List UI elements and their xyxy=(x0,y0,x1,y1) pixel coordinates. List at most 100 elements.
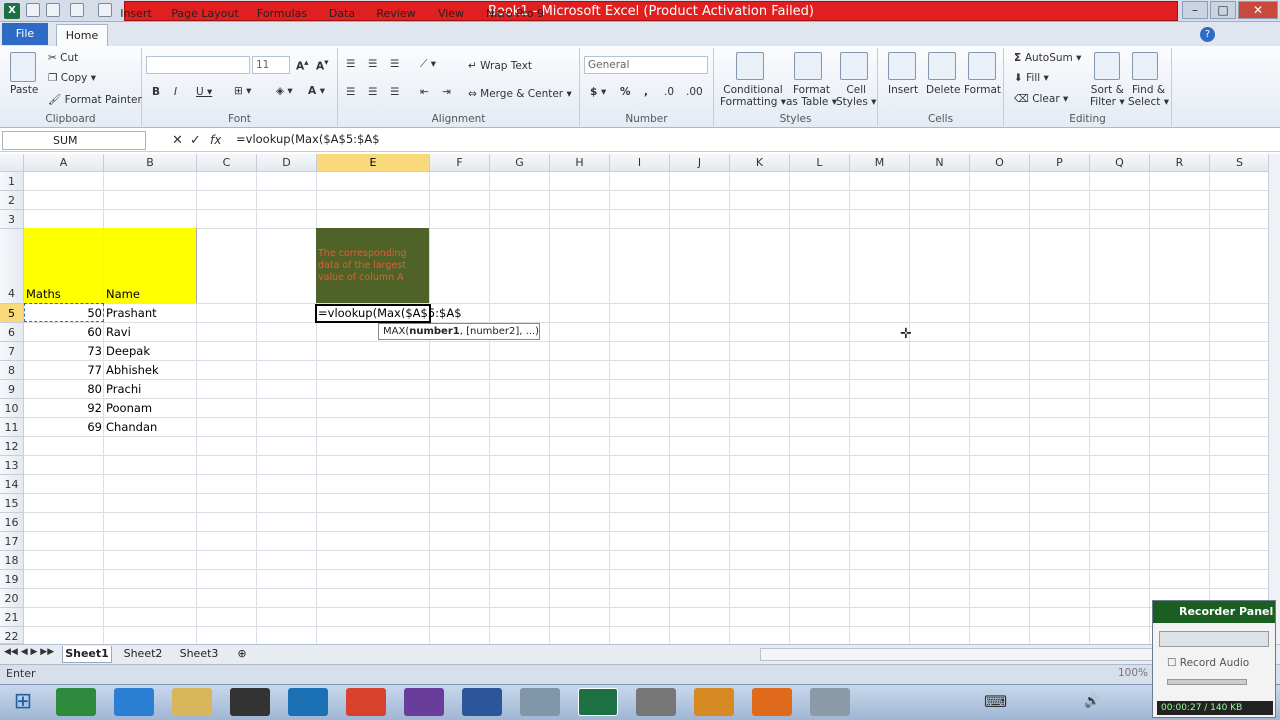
cell-a8[interactable]: 77 xyxy=(24,361,102,379)
underline-button[interactable]: U ▾ xyxy=(196,86,212,98)
orientation-icon[interactable]: ⟋ ▾ xyxy=(420,58,436,71)
sheet-tab-2[interactable]: Sheet2 xyxy=(118,646,168,663)
excel-app-icon[interactable]: X xyxy=(4,3,20,19)
cut-button[interactable]: ✂ Cut xyxy=(48,52,78,64)
row-header-19[interactable]: 19 xyxy=(0,570,24,589)
row-header-12[interactable]: 12 xyxy=(0,437,24,456)
outlook-icon[interactable] xyxy=(694,688,734,716)
sort-filter-button[interactable]: Sort & Filter ▾ xyxy=(1090,84,1125,108)
grow-font-icon[interactable]: A▴ xyxy=(296,58,309,73)
row-header-2[interactable]: 2 xyxy=(0,191,24,210)
insert-cells-icon[interactable] xyxy=(888,52,916,80)
tab-review[interactable]: Review xyxy=(370,3,422,24)
align-right-icon[interactable]: ☰ xyxy=(390,86,399,98)
row-header-13[interactable]: 13 xyxy=(0,456,24,475)
column-header-j[interactable]: J xyxy=(670,154,730,172)
column-header-d[interactable]: D xyxy=(257,154,317,172)
enter-formula-icon[interactable]: ✓ xyxy=(190,133,201,148)
cell-b7[interactable]: Deepak xyxy=(106,342,150,360)
tab-formulas[interactable]: Formulas xyxy=(252,3,312,24)
cell-e4-green[interactable]: The corresponding data of the largest va… xyxy=(316,228,429,303)
italic-button[interactable]: I xyxy=(174,86,177,98)
find-select-icon[interactable] xyxy=(1132,52,1158,80)
fill-button[interactable]: ⬇ Fill ▾ xyxy=(1014,72,1049,84)
redo-icon[interactable] xyxy=(70,3,84,17)
column-header-n[interactable]: N xyxy=(910,154,970,172)
row-header-16[interactable]: 16 xyxy=(0,513,24,532)
column-header-i[interactable]: I xyxy=(610,154,670,172)
autosum-button[interactable]: Σ AutoSum ▾ xyxy=(1014,52,1081,64)
notepad-icon[interactable] xyxy=(520,688,560,716)
name-box[interactable]: SUM xyxy=(2,131,146,150)
cell-a7[interactable]: 73 xyxy=(24,342,102,360)
tab-nitro[interactable]: Nitro Pro 9 xyxy=(480,3,550,24)
tab-file[interactable]: File xyxy=(2,23,48,45)
camera-app-icon[interactable] xyxy=(230,688,270,716)
tab-view[interactable]: View xyxy=(430,3,472,24)
hp-icon[interactable] xyxy=(288,688,328,716)
tab-home[interactable]: Home xyxy=(56,24,108,47)
select-all-corner[interactable] xyxy=(0,154,24,172)
insert-sheet-icon[interactable]: ⊕ xyxy=(230,646,254,663)
spreadsheet-grid[interactable]: ABCDEFGHIJKLMNOPQRS 1 2 3 4 5 6 7 8 9 10 11 12 13 14 1… xyxy=(0,154,1270,644)
row-header-6[interactable]: 6 xyxy=(0,323,24,342)
row-header-20[interactable]: 20 xyxy=(0,589,24,608)
bold-button[interactable]: B xyxy=(152,86,160,98)
cell-b9[interactable]: Prachi xyxy=(106,380,141,398)
decrease-indent-icon[interactable]: ⇤ xyxy=(420,86,429,98)
recorder-controls[interactable] xyxy=(1159,631,1269,647)
align-middle-icon[interactable]: ☰ xyxy=(368,58,377,70)
row-header-1[interactable]: 1 xyxy=(0,172,24,191)
row-header-8[interactable]: 8 xyxy=(0,361,24,380)
undo-icon[interactable] xyxy=(46,3,60,17)
sort-filter-icon[interactable] xyxy=(1094,52,1120,80)
increase-decimal-icon[interactable]: .0 xyxy=(664,86,674,98)
format-cells-button[interactable]: Format xyxy=(964,84,1001,96)
cell-a9[interactable]: 80 xyxy=(24,380,102,398)
percent-icon[interactable]: % xyxy=(620,86,631,98)
cell-b8[interactable]: Abhishek xyxy=(106,361,159,379)
sheet-tab-3[interactable]: Sheet3 xyxy=(174,646,224,663)
ie-icon[interactable] xyxy=(114,688,154,716)
row-header-5[interactable]: 5 xyxy=(0,304,24,323)
cell-a6[interactable]: 60 xyxy=(24,323,102,341)
delete-cells-button[interactable]: Delete xyxy=(926,84,961,96)
column-header-f[interactable]: F xyxy=(430,154,490,172)
row-header-11[interactable]: 11 xyxy=(0,418,24,437)
row-header-14[interactable]: 14 xyxy=(0,475,24,494)
maximize-button[interactable]: □ xyxy=(1210,1,1236,19)
column-header-h[interactable]: H xyxy=(550,154,610,172)
insert-function-icon[interactable]: fx xyxy=(210,133,221,147)
conditional-formatting-button[interactable]: Conditional Formatting ▾ xyxy=(720,84,786,108)
cell-styles-icon[interactable] xyxy=(840,52,868,80)
column-header-l[interactable]: L xyxy=(790,154,850,172)
tab-page-layout[interactable]: Page Layout xyxy=(168,3,242,24)
align-center-icon[interactable]: ☰ xyxy=(368,86,377,98)
comma-icon[interactable]: , xyxy=(644,86,648,98)
column-header-c[interactable]: C xyxy=(197,154,257,172)
firefox-icon[interactable] xyxy=(752,688,792,716)
cell-b5[interactable]: Prashant xyxy=(106,304,157,322)
row-header-22[interactable]: 22 xyxy=(0,627,24,644)
photo-app-icon[interactable] xyxy=(404,688,444,716)
conditional-formatting-icon[interactable] xyxy=(736,52,764,80)
format-cells-icon[interactable] xyxy=(968,52,996,80)
merge-center-button[interactable]: ⇔ Merge & Center ▾ xyxy=(468,88,572,100)
row-header-21[interactable]: 21 xyxy=(0,608,24,627)
increase-indent-icon[interactable]: ⇥ xyxy=(442,86,451,98)
record-audio-checkbox[interactable]: ☐ Record Audio xyxy=(1167,657,1249,669)
minimize-button[interactable]: – xyxy=(1182,1,1208,19)
tab-data[interactable]: Data xyxy=(322,3,362,24)
save-icon[interactable] xyxy=(26,3,40,17)
zoom-level[interactable]: 100% xyxy=(1118,667,1148,679)
media-icon[interactable] xyxy=(636,688,676,716)
row-header-3[interactable]: 3 xyxy=(0,210,24,229)
chrome-icon[interactable] xyxy=(346,688,386,716)
column-header-r[interactable]: R xyxy=(1150,154,1210,172)
shrink-font-icon[interactable]: A▾ xyxy=(316,58,329,73)
font-name-box[interactable] xyxy=(146,56,250,74)
column-header-s[interactable]: S xyxy=(1210,154,1270,172)
word-icon[interactable] xyxy=(462,688,502,716)
volume-icon[interactable]: 🔊 xyxy=(1084,694,1100,709)
align-left-icon[interactable]: ☰ xyxy=(346,86,355,98)
